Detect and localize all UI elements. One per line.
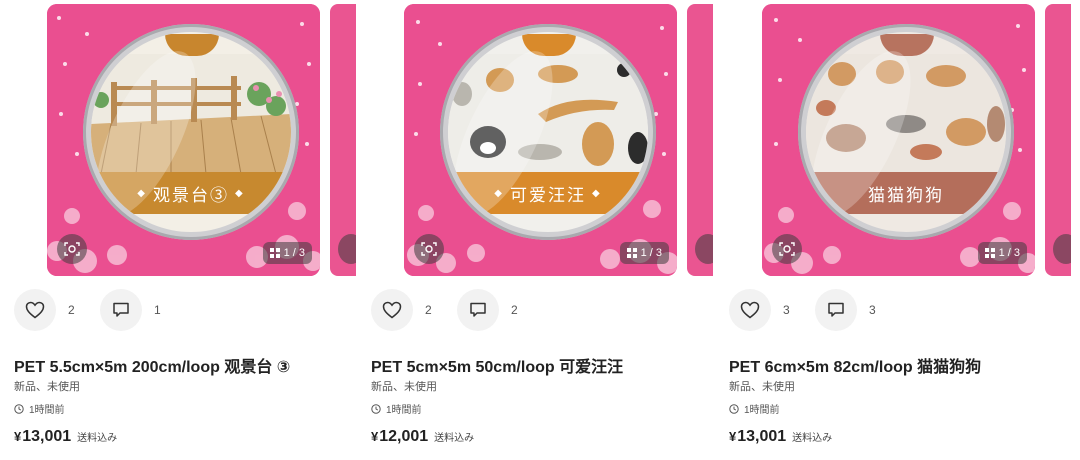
comment-icon bbox=[113, 302, 129, 317]
product-photo: ◆ 观景台③ ◆ bbox=[47, 4, 320, 276]
product-image-carousel[interactable]: ◆ 观景台③ ◆ 1 / 3 bbox=[47, 4, 320, 276]
actions-row: 2 1 bbox=[14, 289, 168, 331]
product-condition: 新品、未使用 bbox=[14, 381, 80, 393]
next-image-peek[interactable] bbox=[330, 4, 356, 276]
posted-time-text: 1時間前 bbox=[386, 405, 422, 416]
like-count: 2 bbox=[68, 303, 75, 317]
comment-button[interactable] bbox=[457, 289, 499, 331]
price-row: ¥13,001 送料込み bbox=[729, 428, 832, 446]
image-counter-text: 1 / 3 bbox=[283, 247, 305, 259]
product-card[interactable]: ◆ 可爱汪汪 ◆ 1 / 3 2 2 PET 5cm×5m 50cm/loop … bbox=[371, 0, 713, 460]
image-counter: 1 / 3 bbox=[977, 242, 1027, 264]
image-counter-text: 1 / 3 bbox=[640, 247, 662, 259]
product-title[interactable]: PET 5cm×5m 50cm/loop 可爱汪汪 bbox=[371, 353, 623, 377]
posted-time: 1時間前 bbox=[371, 401, 422, 416]
actions-row: 2 2 bbox=[371, 289, 525, 331]
price-row: ¥12,001 送料込み bbox=[371, 428, 474, 446]
lens-icon bbox=[421, 242, 437, 256]
shipping-label: 送料込み bbox=[434, 433, 475, 444]
like-count: 2 bbox=[425, 303, 432, 317]
heart-icon bbox=[25, 301, 45, 319]
comment-button[interactable] bbox=[815, 289, 857, 331]
price-row: ¥13,001 送料込み bbox=[14, 428, 117, 446]
product-price: ¥13,001 bbox=[729, 428, 787, 445]
lens-icon bbox=[779, 242, 795, 256]
grid-icon bbox=[269, 248, 280, 258]
posted-time-text: 1時間前 bbox=[744, 405, 780, 416]
product-card[interactable]: ◆ 观景台③ ◆ 1 / 3 2 1 PET 5.5cm×5m 200cm/lo… bbox=[14, 0, 356, 460]
product-condition: 新品、未使用 bbox=[371, 381, 437, 393]
comment-button[interactable] bbox=[100, 289, 142, 331]
comment-icon bbox=[470, 302, 486, 317]
next-image-peek[interactable] bbox=[687, 4, 713, 276]
heart-icon bbox=[382, 301, 402, 319]
comment-count: 1 bbox=[154, 303, 161, 317]
product-title[interactable]: PET 6cm×5m 82cm/loop 猫猫狗狗 bbox=[729, 353, 981, 377]
product-photo: ◆ 可爱汪汪 ◆ bbox=[404, 4, 677, 276]
actions-row: 3 3 bbox=[729, 289, 883, 331]
image-counter: 1 / 3 bbox=[262, 242, 312, 264]
clock-icon bbox=[729, 403, 739, 414]
comment-icon bbox=[828, 302, 844, 317]
comment-count: 3 bbox=[869, 303, 876, 317]
shipping-label: 送料込み bbox=[77, 433, 118, 444]
image-counter-text: 1 / 3 bbox=[998, 247, 1020, 259]
grid-icon bbox=[984, 248, 995, 258]
image-counter: 1 / 3 bbox=[619, 242, 669, 264]
washi-tape-roll: ◆ 可爱汪汪 ◆ bbox=[440, 24, 656, 240]
shipping-label: 送料込み bbox=[792, 433, 833, 444]
product-photo: 猫猫狗狗 bbox=[762, 4, 1035, 276]
lens-icon bbox=[64, 242, 80, 256]
image-search-button[interactable] bbox=[414, 234, 444, 264]
clock-icon bbox=[14, 403, 24, 414]
like-button[interactable] bbox=[729, 289, 771, 331]
product-price: ¥13,001 bbox=[14, 428, 72, 445]
heart-icon bbox=[740, 301, 760, 319]
posted-time: 1時間前 bbox=[14, 401, 65, 416]
posted-time: 1時間前 bbox=[729, 401, 780, 416]
washi-tape-roll: ◆ 观景台③ ◆ bbox=[83, 24, 299, 240]
product-image-carousel[interactable]: ◆ 可爱汪汪 ◆ 1 / 3 bbox=[404, 4, 677, 276]
product-condition: 新品、未使用 bbox=[729, 381, 795, 393]
image-search-button[interactable] bbox=[57, 234, 87, 264]
product-card[interactable]: 猫猫狗狗 1 / 3 3 3 PET 6cm×5m 82cm/loop 猫猫狗狗… bbox=[729, 0, 1071, 460]
like-button[interactable] bbox=[14, 289, 56, 331]
product-title[interactable]: PET 5.5cm×5m 200cm/loop 观景台 ③ bbox=[14, 353, 290, 377]
clock-icon bbox=[371, 403, 381, 414]
like-count: 3 bbox=[783, 303, 790, 317]
image-search-button[interactable] bbox=[772, 234, 802, 264]
washi-tape-roll: 猫猫狗狗 bbox=[798, 24, 1014, 240]
product-image-carousel[interactable]: 猫猫狗狗 1 / 3 bbox=[762, 4, 1035, 276]
product-price: ¥12,001 bbox=[371, 428, 429, 445]
like-button[interactable] bbox=[371, 289, 413, 331]
comment-count: 2 bbox=[511, 303, 518, 317]
posted-time-text: 1時間前 bbox=[29, 405, 65, 416]
grid-icon bbox=[626, 248, 637, 258]
next-image-peek[interactable] bbox=[1045, 4, 1071, 276]
